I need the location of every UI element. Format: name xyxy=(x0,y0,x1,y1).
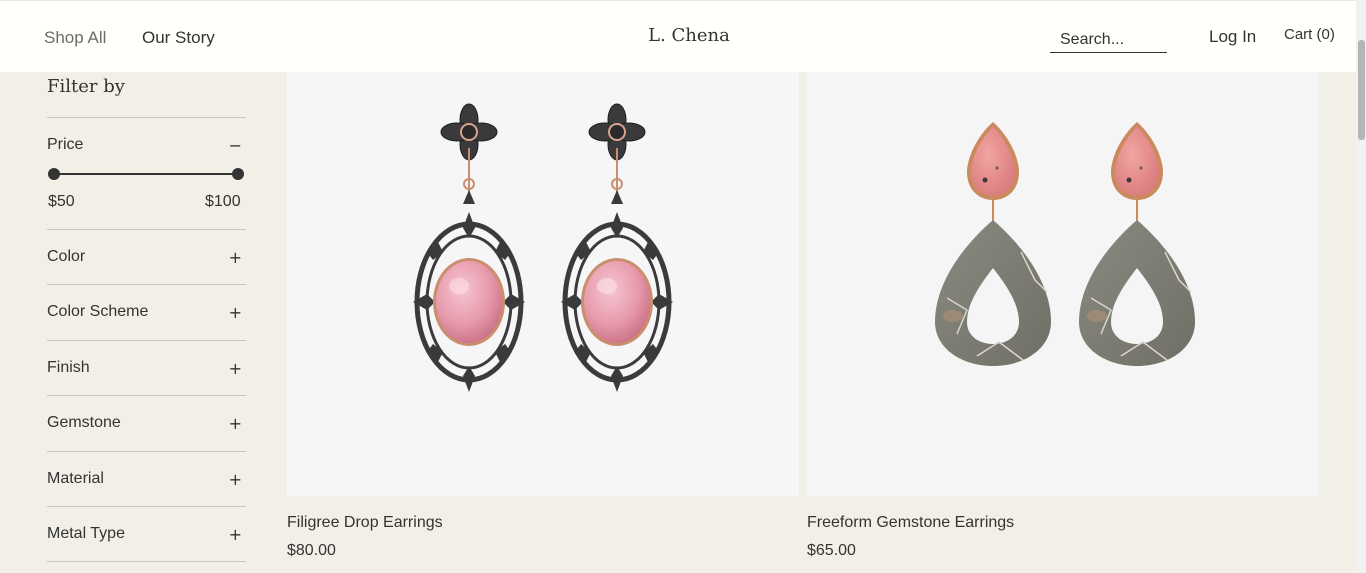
filter-price[interactable]: Price − xyxy=(47,136,246,160)
divider xyxy=(47,229,246,230)
plus-icon[interactable]: + xyxy=(229,414,242,433)
product-price: $65.00 xyxy=(807,542,856,559)
filter-title: Filter by xyxy=(47,76,125,97)
filter-label: Color Scheme xyxy=(47,303,149,320)
cart-link[interactable]: Cart (0) xyxy=(1284,26,1335,43)
divider xyxy=(47,284,246,285)
divider xyxy=(47,506,246,507)
filter-price-label: Price xyxy=(47,136,84,153)
filter-label: Finish xyxy=(47,359,90,376)
filter-label: Gemstone xyxy=(47,414,121,431)
filter-label: Metal Type xyxy=(47,525,125,542)
login-link[interactable]: Log In xyxy=(1209,27,1256,47)
filter-color[interactable]: Color + xyxy=(47,248,246,272)
divider xyxy=(47,451,246,452)
scrollbar-thumb[interactable] xyxy=(1358,40,1365,140)
divider xyxy=(47,395,246,396)
price-min-value: $50 xyxy=(48,193,75,210)
price-max-value: $100 xyxy=(205,193,241,210)
price-slider-track[interactable] xyxy=(53,173,238,175)
product-image-filigree-drop-earrings[interactable] xyxy=(287,72,799,496)
filter-label: Color xyxy=(47,248,86,265)
filter-gemstone[interactable]: Gemstone + xyxy=(47,414,246,438)
divider xyxy=(47,340,246,341)
minus-icon[interactable]: − xyxy=(229,136,242,155)
search-input[interactable] xyxy=(1050,27,1167,53)
earring-illustration xyxy=(413,72,799,496)
product-name[interactable]: Filigree Drop Earrings xyxy=(287,514,443,532)
plus-icon[interactable]: + xyxy=(229,359,242,378)
product-name[interactable]: Freeform Gemstone Earrings xyxy=(807,514,1014,532)
filter-color-scheme[interactable]: Color Scheme + xyxy=(47,303,246,327)
product-price: $80.00 xyxy=(287,542,336,559)
price-slider-min-handle[interactable] xyxy=(48,168,60,180)
filter-material[interactable]: Material + xyxy=(47,470,246,494)
plus-icon[interactable]: + xyxy=(229,303,242,322)
price-slider-max-handle[interactable] xyxy=(232,168,244,180)
plus-icon[interactable]: + xyxy=(229,525,242,544)
plus-icon[interactable]: + xyxy=(229,470,242,489)
divider xyxy=(47,561,246,562)
filter-label: Material xyxy=(47,470,104,487)
product-image-freeform-gemstone-earrings[interactable] xyxy=(807,72,1319,496)
filter-metal-type[interactable]: Metal Type + xyxy=(47,525,246,549)
plus-icon[interactable]: + xyxy=(229,248,242,267)
site-header: Shop All Our Story L. Chena Log In Cart … xyxy=(0,0,1356,72)
earring-illustration xyxy=(935,121,1196,367)
divider xyxy=(47,117,246,118)
filter-finish[interactable]: Finish + xyxy=(47,359,246,383)
